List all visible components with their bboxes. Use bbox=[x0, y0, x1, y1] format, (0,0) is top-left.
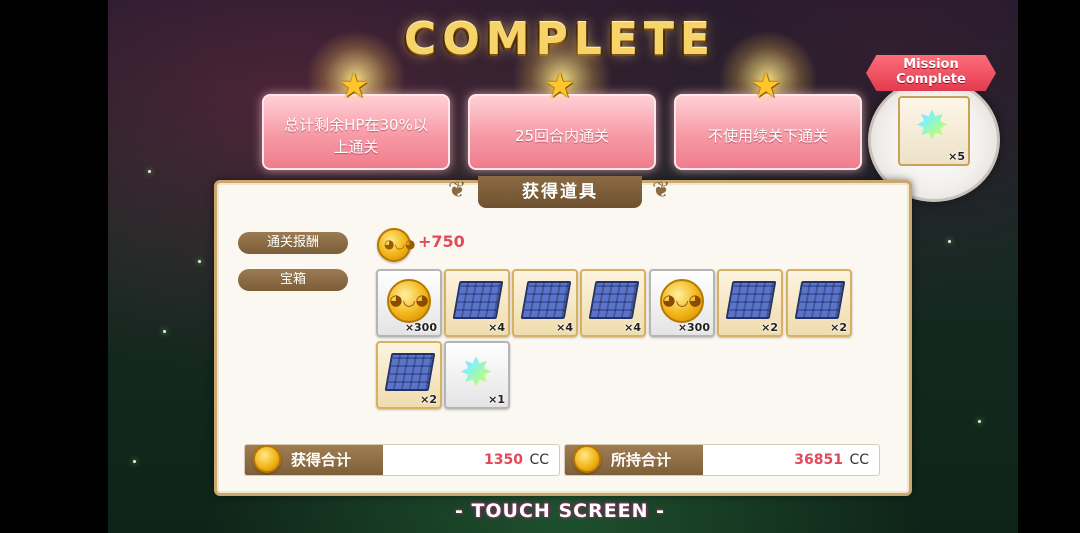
coin-icon bbox=[253, 445, 281, 473]
sparkle bbox=[148, 170, 151, 173]
touch-screen-prompt[interactable]: - TOUCH SCREEN - bbox=[420, 500, 700, 522]
item-slot[interactable]: ◕◡◕ ×300 bbox=[376, 269, 442, 337]
ornament-icon: ❦ bbox=[448, 178, 467, 203]
panel-header: 获得道具 bbox=[478, 176, 642, 208]
clear-reward-label: 通关报酬 bbox=[238, 232, 348, 254]
item-slot[interactable]: ×4 bbox=[512, 269, 578, 337]
item-qty: ×300 bbox=[404, 321, 437, 334]
ornament-icon: ❦ bbox=[652, 178, 671, 203]
book-icon bbox=[794, 281, 846, 319]
mission-text: 不使用续关下通关 bbox=[707, 127, 828, 145]
book-icon bbox=[725, 281, 777, 319]
coin-icon: ◕◡◕ bbox=[377, 228, 415, 262]
item-slot[interactable]: ×2 bbox=[376, 341, 442, 409]
book-icon bbox=[588, 281, 640, 319]
earned-total-value: 1350 bbox=[484, 452, 523, 468]
item-slot[interactable]: ◕◡◕ ×300 bbox=[649, 269, 715, 337]
ribbon-line1: Mission bbox=[903, 57, 959, 72]
coin-icon: ◕◡◕ bbox=[660, 279, 704, 323]
held-total: 所持合计 36851 CC bbox=[564, 444, 880, 476]
item-qty: ×2 bbox=[830, 321, 847, 334]
item-slot[interactable]: ×4 bbox=[580, 269, 646, 337]
earned-total: 获得合计 1350 CC bbox=[244, 444, 560, 476]
item-slot[interactable]: ✸ ×1 bbox=[444, 341, 510, 409]
earned-total-unit: CC bbox=[529, 452, 549, 468]
item-qty: ×300 bbox=[677, 321, 710, 334]
book-icon bbox=[520, 281, 572, 319]
book-icon bbox=[452, 281, 504, 319]
held-total-label-bar: 所持合计 bbox=[565, 445, 703, 475]
book-icon bbox=[384, 353, 436, 391]
star-icon: ★ bbox=[544, 66, 576, 106]
item-qty: ×4 bbox=[624, 321, 641, 334]
sparkle bbox=[133, 460, 136, 463]
chest-label: 宝箱 bbox=[238, 269, 348, 291]
coin-icon bbox=[573, 445, 601, 473]
star-icon: ★ bbox=[750, 66, 782, 106]
sparkle bbox=[198, 260, 201, 263]
held-total-value: 36851 bbox=[794, 452, 843, 468]
earned-total-label-bar: 获得合计 bbox=[245, 445, 383, 475]
mission-complete-ribbon: Mission Complete bbox=[866, 55, 996, 91]
mission-text: 25回合内通关 bbox=[514, 127, 610, 145]
earned-total-label: 获得合计 bbox=[291, 451, 352, 469]
item-qty: ×2 bbox=[420, 393, 437, 406]
sparkle bbox=[978, 420, 981, 423]
mission-text: 总计剩余HP在30%以上通关 bbox=[284, 116, 428, 156]
badge-reward-slot: ✸ ×5 bbox=[898, 96, 970, 166]
crystal-star-icon: ✸ bbox=[910, 104, 954, 148]
item-slot[interactable]: ×2 bbox=[717, 269, 783, 337]
sparkle bbox=[948, 240, 951, 243]
clear-reward-amount: +750 bbox=[418, 232, 465, 251]
crystal-star-icon: ✸ bbox=[454, 351, 498, 395]
item-slot[interactable]: ×2 bbox=[786, 269, 852, 337]
badge-item-qty: ×5 bbox=[948, 150, 965, 163]
item-qty: ×2 bbox=[761, 321, 778, 334]
item-qty: ×4 bbox=[556, 321, 573, 334]
sparkle bbox=[163, 330, 166, 333]
coin-icon: ◕◡◕ bbox=[387, 279, 431, 323]
item-qty: ×1 bbox=[488, 393, 505, 406]
ribbon-line2: Complete bbox=[896, 72, 966, 87]
item-slot[interactable]: ×4 bbox=[444, 269, 510, 337]
held-total-label: 所持合计 bbox=[611, 451, 672, 469]
star-icon: ★ bbox=[338, 66, 370, 106]
item-qty: ×4 bbox=[488, 321, 505, 334]
held-total-unit: CC bbox=[849, 452, 869, 468]
